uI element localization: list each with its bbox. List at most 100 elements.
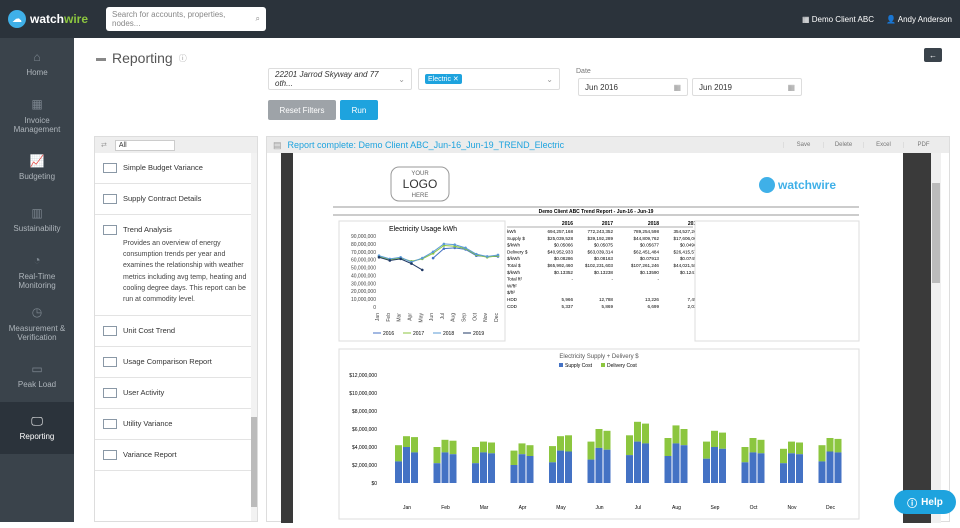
- table-cell: 12,788: [599, 297, 613, 302]
- usage-y-tick: 60,000,000: [351, 258, 376, 264]
- run-button[interactable]: Run: [340, 100, 378, 120]
- watchwire-logo-text: watchwire: [777, 178, 836, 192]
- delete-button[interactable]: Delete: [823, 142, 863, 148]
- main-content: ▬ Reporting ⓘ ← 22201 Jarrod Skyway and 77…: [74, 38, 960, 523]
- report-list-item[interactable]: Variance Report: [95, 440, 257, 472]
- cost-y-tick: $4,000,000: [352, 445, 377, 451]
- report-list-item[interactable]: Simple Budget Variance: [95, 153, 257, 184]
- pdf-button[interactable]: PDF: [903, 142, 943, 148]
- scrollbar-thumb[interactable]: [251, 417, 257, 507]
- table-row-label: $/kWh: [507, 270, 520, 275]
- report-list-scrollbar[interactable]: [251, 153, 257, 521]
- category-filter[interactable]: All: [114, 139, 175, 151]
- table-cell: $0.13352: [554, 270, 574, 275]
- report-list-item[interactable]: Trend Analysis Provides an overview of en…: [95, 215, 257, 317]
- sidebar: ⌂ Home ▦ Invoice Management 📈 Budgeting ▥ Susta…: [0, 38, 74, 522]
- reset-filters-button[interactable]: Reset Filters: [268, 100, 336, 120]
- nav-item[interactable]: ▥ Sustainability: [0, 194, 74, 246]
- supply-bar: [403, 447, 410, 483]
- excel-button[interactable]: Excel: [863, 142, 903, 148]
- supply-bar: [719, 448, 726, 483]
- table-cell: $0.05075: [594, 243, 614, 248]
- table-cell: $63,039,314: [587, 249, 613, 254]
- app-logo[interactable]: ☁ watchwire: [8, 10, 98, 28]
- table-cell: $39,192,289: [587, 236, 613, 241]
- clock-icon: ◷: [31, 305, 43, 320]
- table-cell: -: [657, 277, 659, 282]
- home-icon: ⌂: [33, 50, 41, 64]
- legend-swatch: [559, 363, 563, 367]
- preview-scrollbar-thumb[interactable]: [932, 183, 940, 283]
- search-icon[interactable]: ⌕: [256, 14, 260, 24]
- utility-tag[interactable]: Electric ✕: [425, 74, 462, 84]
- preview-scrollbar[interactable]: [931, 153, 941, 523]
- usage-x-tick: May: [418, 313, 424, 323]
- supply-bar: [642, 443, 649, 483]
- save-button[interactable]: Save: [783, 142, 823, 148]
- info-icon[interactable]: ⓘ: [179, 53, 187, 64]
- utility-select[interactable]: Electric ✕ ⌄: [418, 68, 560, 90]
- cost-y-tick: $10,000,000: [349, 391, 377, 397]
- usage-y-tick: 0: [373, 305, 376, 311]
- filter-bar: 22201 Jarrod Skyway and 77 oth... ⌄ Elect…: [266, 64, 806, 96]
- delivery-bar: [395, 445, 402, 462]
- usage-x-tick: Dec: [494, 313, 500, 322]
- report-icon: [103, 194, 117, 204]
- supply-bar: [510, 465, 518, 483]
- supply-bar: [449, 454, 457, 483]
- usage-y-tick: 50,000,000: [351, 266, 376, 272]
- nav-label: Reporting: [19, 432, 55, 442]
- nav-item[interactable]: ▦ Invoice Management: [0, 90, 74, 142]
- property-select[interactable]: 22201 Jarrod Skyway and 77 oth... ⌄: [268, 68, 412, 90]
- report-list-item[interactable]: User Activity: [95, 378, 257, 410]
- end-date-field[interactable]: Jun 2019 ▦: [692, 78, 802, 96]
- table-cell: $0.08163: [594, 256, 614, 261]
- nav-item[interactable]: ◷ Measurement & Verification: [0, 298, 74, 350]
- delivery-bar: [472, 447, 479, 464]
- delivery-bar: [834, 438, 842, 453]
- logo-text-here: HERE: [412, 193, 429, 199]
- report-list-item[interactable]: Supply Contract Details: [95, 184, 257, 215]
- user-menu[interactable]: 👤 Andy Anderson: [886, 15, 952, 24]
- report-icon: [103, 225, 117, 235]
- nav-label: Measurement & Verification: [8, 323, 66, 343]
- table-row-label: $/ft²: [507, 290, 515, 295]
- supply-bar: [834, 452, 842, 483]
- table-cell: 6,699: [648, 304, 660, 309]
- table-cell: $25,039,528: [547, 236, 573, 241]
- delivery-bar: [711, 430, 718, 447]
- nav-item[interactable]: 🖵 Reporting: [0, 402, 74, 454]
- back-button[interactable]: ←: [924, 48, 942, 62]
- cost-x-tick: Dec: [826, 505, 835, 511]
- nav-item[interactable]: ▭ Peak Load: [0, 350, 74, 402]
- supply-bar: [672, 443, 680, 483]
- supply-bar: [411, 452, 418, 483]
- reporting-icon: ▬: [96, 52, 106, 64]
- refresh-icon[interactable]: ⇄: [101, 141, 107, 149]
- report-list-item[interactable]: Usage Comparison Report: [95, 347, 257, 379]
- table-row-label: Total $: [507, 263, 521, 268]
- report-list-item[interactable]: Utility Variance: [95, 409, 257, 441]
- nav-item[interactable]: ⌂ Home: [0, 38, 74, 90]
- client-selector[interactable]: ▦ Demo Client ABC: [802, 15, 874, 24]
- search-input[interactable]: Search for accounts, properties, nodes..…: [106, 7, 266, 31]
- delivery-bar: [411, 437, 418, 453]
- help-button[interactable]: ⓘ Help: [894, 490, 956, 514]
- gauge-icon: ◔: [33, 253, 41, 268]
- table-row-label: kWh: [507, 229, 517, 234]
- end-date-value: Jun 2019: [699, 82, 732, 92]
- delivery-bar: [788, 441, 795, 454]
- start-date-field[interactable]: Jun 2016 ▦: [578, 78, 688, 96]
- table-year-header: 2016: [562, 221, 573, 227]
- supply-bar: [788, 453, 795, 483]
- delivery-bar: [796, 442, 803, 455]
- table-cell: $107,261,246: [631, 263, 660, 268]
- supply-bar: [703, 458, 710, 483]
- delivery-bar: [433, 447, 441, 464]
- building-icon: ▥: [31, 206, 43, 220]
- nav-item[interactable]: 📈 Budgeting: [0, 142, 74, 194]
- table-cell: $0.05066: [554, 243, 574, 248]
- usage-x-tick: Feb: [386, 313, 392, 322]
- nav-item[interactable]: ◔ Real-Time Monitoring: [0, 246, 74, 298]
- report-list-item[interactable]: Unit Cost Trend: [95, 316, 257, 348]
